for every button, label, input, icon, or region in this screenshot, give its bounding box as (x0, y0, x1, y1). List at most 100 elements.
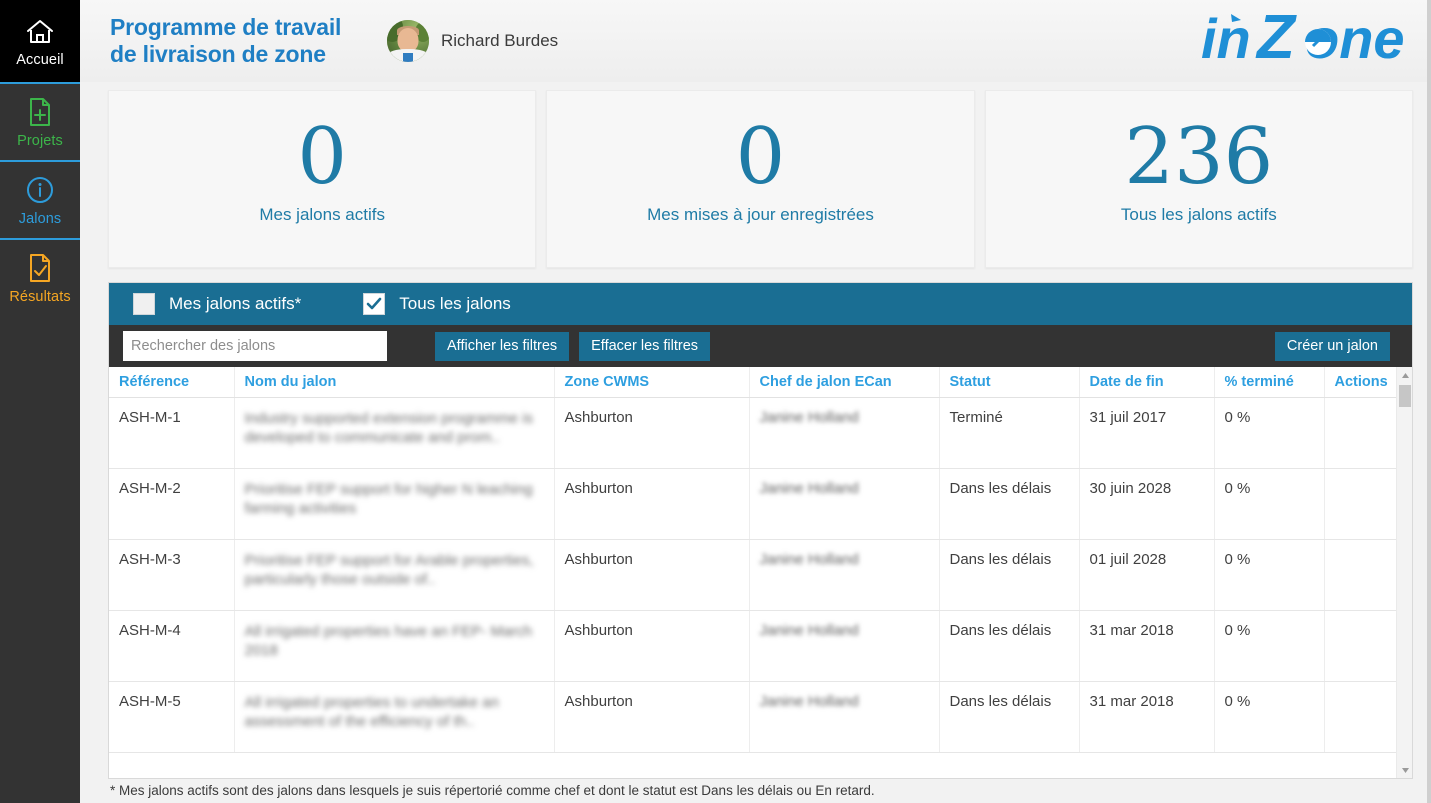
sidebar-item-label-resultats: Résultats (9, 289, 71, 305)
cell-pourcentage: 0 % (1214, 397, 1325, 469)
table-header-row: Référence Nom du jalon Zone CWMS Chef de… (109, 367, 1412, 398)
checkbox-checked-icon[interactable] (363, 293, 386, 315)
home-icon (25, 14, 55, 48)
kpi-label: Mes mises à jour enregistrées (647, 205, 874, 224)
create-jalon-button[interactable]: Créer un jalon (1274, 331, 1390, 361)
show-filters-button[interactable]: Afficher les filtres (435, 331, 570, 361)
table-body: ASH-M-1 Industry supported extension pro… (109, 397, 1412, 753)
cell-zone: Ashburton (554, 397, 750, 469)
footnote: * Mes jalons actifs sont des jalons dans… (80, 779, 1431, 803)
column-header-statut[interactable]: Statut (939, 367, 1080, 398)
cell-pourcentage: 0 % (1214, 681, 1325, 753)
scroll-down-arrow-icon[interactable] (1397, 762, 1412, 778)
cell-nom: Prioritise FEP support for Arable proper… (234, 539, 555, 611)
kpi-card-mes-jalons-actifs[interactable]: 0 Mes jalons actifs (108, 90, 537, 268)
cell-pourcentage: 0 % (1214, 539, 1325, 611)
cell-pourcentage: 0 % (1214, 610, 1325, 682)
column-header-nom[interactable]: Nom du jalon (234, 367, 555, 398)
cell-pourcentage: 0 % (1214, 468, 1325, 540)
cell-nom: All irrigated properties to undertake an… (234, 681, 555, 753)
table-row[interactable]: ASH-M-2 Prioritise FEP support for highe… (109, 468, 1412, 540)
document-plus-icon (27, 95, 53, 129)
cell-chef: Janine Holland (749, 610, 940, 682)
kpi-value: 0 (735, 112, 786, 202)
cell-nom-text: All irrigated properties have an FEP- Ma… (244, 623, 533, 659)
cell-reference: ASH-M-4 (109, 610, 235, 682)
cell-nom-text: Industry supported extension programme i… (244, 410, 533, 446)
sidebar-item-projets[interactable]: Projets (0, 82, 80, 160)
page-title: Programme de travail de livraison de zon… (110, 14, 375, 68)
cell-date-fin: 01 juil 2028 (1079, 539, 1215, 611)
page-title-line1: Programme de travail (110, 14, 342, 40)
table-row[interactable]: ASH-M-5 All irrigated properties to unde… (109, 681, 1412, 753)
sidebar-item-resultats[interactable]: Résultats (0, 238, 80, 316)
column-header-pourcentage[interactable]: % terminé (1214, 367, 1325, 398)
cell-zone: Ashburton (554, 681, 750, 753)
cell-date-fin: 31 mar 2018 (1079, 681, 1215, 753)
cell-chef: Janine Holland (749, 468, 940, 540)
cell-nom-text: All irrigated properties to undertake an… (244, 694, 499, 730)
cell-nom: All irrigated properties have an FEP- Ma… (234, 610, 555, 682)
checkbox-label-tous-les-jalons: Tous les jalons (399, 294, 511, 313)
checkbox-unchecked-icon[interactable] (133, 293, 155, 315)
column-header-date-fin[interactable]: Date de fin (1079, 367, 1215, 398)
kpi-value: 236 (1124, 112, 1274, 202)
cell-reference: ASH-M-2 (109, 468, 235, 540)
filter-bar-actions: Afficher les filtres Effacer les filtres… (109, 325, 1412, 367)
jalons-table-container: Référence Nom du jalon Zone CWMS Chef de… (109, 367, 1412, 778)
sidebar-item-label-jalons: Jalons (18, 211, 62, 227)
document-check-icon (27, 251, 53, 285)
cell-zone: Ashburton (554, 610, 750, 682)
checkbox-tous-les-jalons[interactable]: Tous les jalons (363, 293, 511, 315)
main-content: Programme de travail de livraison de zon… (80, 0, 1431, 803)
cell-chef: Janine Holland (749, 397, 940, 469)
cell-chef-text: Janine Holland (759, 693, 859, 710)
inzone-logo[interactable]: in Z one (1201, 8, 1413, 70)
cell-statut: Dans les délais (939, 468, 1080, 540)
table-row[interactable]: ASH-M-4 All irrigated properties have an… (109, 610, 1412, 682)
cell-reference: ASH-M-1 (109, 397, 235, 469)
kpi-value: 0 (297, 112, 347, 202)
user-name: Richard Burdes (441, 31, 559, 50)
jalons-panel: Mes jalons actifs* Tous les jalons Affic… (108, 282, 1413, 779)
checkbox-mes-jalons-actifs[interactable]: Mes jalons actifs* (133, 293, 301, 315)
cell-chef-text: Janine Holland (759, 551, 859, 568)
window-edge (1427, 0, 1431, 803)
cell-date-fin: 30 juin 2028 (1079, 468, 1215, 540)
sidebar: Accueil Projets Jalons Résultats (0, 0, 80, 803)
cell-statut: Dans les délais (939, 681, 1080, 753)
kpi-card-tous-les-jalons-actifs[interactable]: 236 Tous les jalons actifs (984, 90, 1413, 268)
column-header-chef[interactable]: Chef de jalon ECan (749, 367, 940, 398)
sidebar-item-accueil[interactable]: Accueil (0, 0, 80, 82)
scroll-up-arrow-icon[interactable] (1397, 367, 1412, 383)
cell-chef-text: Janine Holland (759, 480, 859, 497)
cell-chef-text: Janine Holland (759, 622, 859, 639)
column-header-zone[interactable]: Zone CWMS (554, 367, 750, 398)
table-row[interactable]: ASH-M-3 Prioritise FEP support for Arabl… (109, 539, 1412, 611)
cell-nom-text: Prioritise FEP support for higher N leac… (244, 481, 533, 517)
filter-bar-checkboxes: Mes jalons actifs* Tous les jalons (109, 283, 1412, 325)
cell-statut: Dans les délais (939, 610, 1080, 682)
svg-text:Z: Z (1255, 8, 1297, 70)
user-block[interactable]: Richard Burdes (387, 20, 558, 62)
scrollbar-thumb[interactable] (1399, 385, 1411, 407)
table-row[interactable]: ASH-M-1 Industry supported extension pro… (109, 397, 1412, 469)
search-input[interactable] (123, 331, 387, 361)
sidebar-item-label-accueil: Accueil (16, 52, 64, 68)
inzone-logo-icon: in Z one (1201, 8, 1405, 70)
kpi-card-mes-mises-a-jour[interactable]: 0 Mes mises à jour enregistrées (546, 90, 975, 268)
cell-nom: Industry supported extension programme i… (234, 397, 555, 469)
sidebar-item-label-projets: Projets (17, 133, 63, 149)
cell-date-fin: 31 mar 2018 (1079, 610, 1215, 682)
table-header: Référence Nom du jalon Zone CWMS Chef de… (109, 367, 1412, 398)
cell-chef: Janine Holland (749, 681, 940, 753)
page-title-line2: de livraison de zone (110, 41, 326, 67)
info-circle-icon (25, 173, 55, 207)
sidebar-item-jalons[interactable]: Jalons (0, 160, 80, 238)
cell-reference: ASH-M-3 (109, 539, 235, 611)
cell-chef: Janine Holland (749, 539, 940, 611)
table-vertical-scrollbar[interactable] (1396, 367, 1412, 778)
page-header: Programme de travail de livraison de zon… (80, 0, 1431, 82)
clear-filters-button[interactable]: Effacer les filtres (579, 331, 711, 361)
column-header-reference[interactable]: Référence (109, 367, 235, 398)
